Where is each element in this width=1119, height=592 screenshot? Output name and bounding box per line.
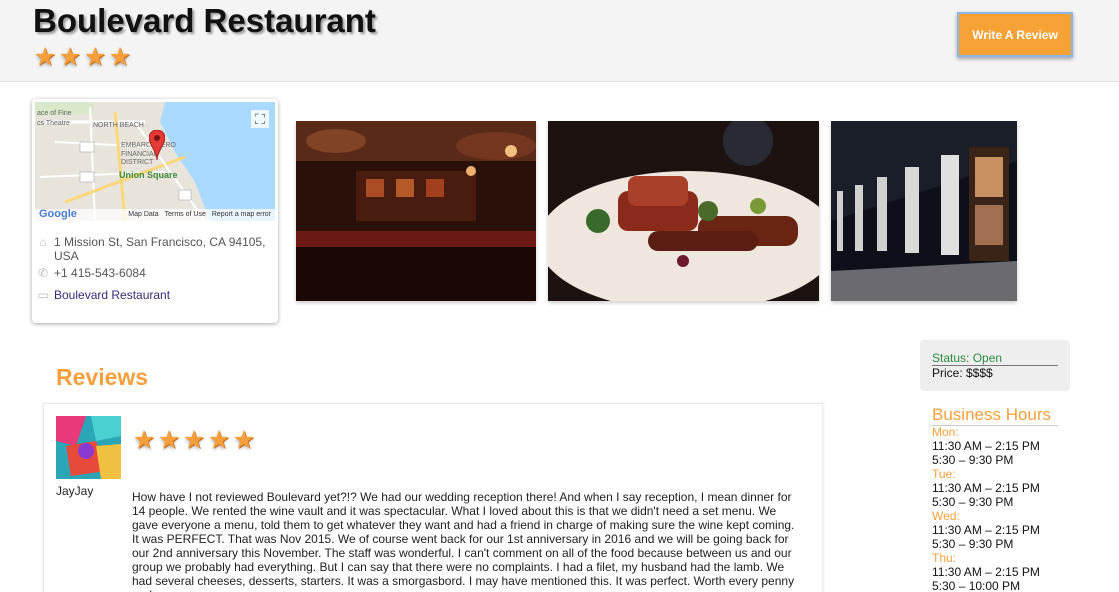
star-icon: ★ xyxy=(232,426,256,454)
google-logo: Google xyxy=(39,208,77,220)
address-row: ⌂ 1 Mission St, San Francisco, CA 94105,… xyxy=(36,235,272,263)
star-icon: ★ xyxy=(33,43,57,71)
star-icon: ★ xyxy=(108,43,132,71)
website-row: ▭ Boulevard Restaurant xyxy=(36,288,170,302)
fullscreen-icon[interactable]: ⛶ xyxy=(251,110,269,128)
photo-dish[interactable] xyxy=(548,121,819,301)
browser-icon: ▭ xyxy=(37,288,49,302)
day-label: Tue: xyxy=(932,467,956,481)
star-icon: ★ xyxy=(207,426,231,454)
map-label: NORTH BEACH xyxy=(93,122,144,129)
status-box: Status: Open Price: $$$$ xyxy=(920,340,1070,391)
map-label: DISTRICT xyxy=(121,159,154,166)
map[interactable]: ace of Fine cs Theatre NORTH BEACH EMBAR… xyxy=(35,102,275,221)
reviews-heading: Reviews xyxy=(56,364,149,390)
review-card: JayJay ★ ★ ★ ★ ★ How have I not reviewed… xyxy=(43,403,823,592)
day-label: Thu: xyxy=(932,551,957,565)
star-icon: ★ xyxy=(83,43,107,71)
phone-text: +1 415-543-6084 xyxy=(54,266,146,280)
review-rating: ★ ★ ★ ★ ★ xyxy=(132,426,256,454)
map-label: ace of Fine xyxy=(37,110,72,117)
map-label: cs Theatre xyxy=(37,120,70,127)
map-pin-icon[interactable] xyxy=(149,130,165,160)
phone-row: ✆ +1 415-543-6084 xyxy=(36,266,146,280)
map-graphic xyxy=(35,102,275,221)
terms-link[interactable]: Terms of Use xyxy=(165,209,206,221)
avatar-image xyxy=(56,416,121,479)
location-card: ace of Fine cs Theatre NORTH BEACH EMBAR… xyxy=(32,99,278,323)
photo-exterior[interactable] xyxy=(831,121,1017,301)
time-range: 5:30 – 9:30 PM xyxy=(932,453,1014,467)
business-hours-heading: Business Hours xyxy=(932,405,1058,426)
write-review-button[interactable]: Write A Review xyxy=(957,12,1073,57)
avatar[interactable] xyxy=(56,416,121,479)
address-text: 1 Mission St, San Francisco, CA 94105, U… xyxy=(54,235,266,263)
photo-bar-interior[interactable] xyxy=(296,121,536,301)
page-header: Boulevard Restaurant ★ ★ ★ ★ Write A Rev… xyxy=(0,0,1119,82)
website-link[interactable]: Boulevard Restaurant xyxy=(54,288,170,302)
time-range: 5:30 – 10:00 PM xyxy=(932,579,1021,592)
price-text: Price: $$$$ xyxy=(932,366,993,380)
reviewer-name: JayJay xyxy=(56,484,94,498)
time-range: 5:30 – 9:30 PM xyxy=(932,495,1014,509)
report-error-link[interactable]: Report a map error xyxy=(212,209,271,221)
business-hours-list: Mon: 11:30 AM – 2:15 PM 5:30 – 9:30 PM T… xyxy=(932,425,1112,592)
time-range: 11:30 AM – 2:15 PM xyxy=(932,523,1040,537)
phone-icon: ✆ xyxy=(37,266,49,280)
time-range: 11:30 AM – 2:15 PM xyxy=(932,439,1040,453)
dish-image xyxy=(548,121,819,301)
time-range: 11:30 AM – 2:15 PM xyxy=(932,565,1040,579)
star-icon: ★ xyxy=(182,426,206,454)
home-icon: ⌂ xyxy=(39,235,47,249)
star-icon: ★ xyxy=(157,426,181,454)
star-icon: ★ xyxy=(58,43,82,71)
status-text: Status: Open xyxy=(932,352,1058,366)
time-range: 11:30 AM – 2:15 PM xyxy=(932,481,1040,495)
restaurant-rating: ★ ★ ★ ★ xyxy=(33,43,132,71)
map-data-link[interactable]: Map Data xyxy=(128,209,158,221)
star-icon: ★ xyxy=(132,426,156,454)
bar-interior-image xyxy=(296,121,536,301)
review-text: How have I not reviewed Boulevard yet?!?… xyxy=(132,490,795,592)
day-label: Wed: xyxy=(932,509,960,523)
exterior-image xyxy=(831,121,1017,301)
restaurant-name: Boulevard Restaurant xyxy=(33,2,376,39)
map-label: Union Square xyxy=(119,170,178,180)
day-label: Mon: xyxy=(932,425,959,439)
time-range: 5:30 – 9:30 PM xyxy=(932,537,1014,551)
